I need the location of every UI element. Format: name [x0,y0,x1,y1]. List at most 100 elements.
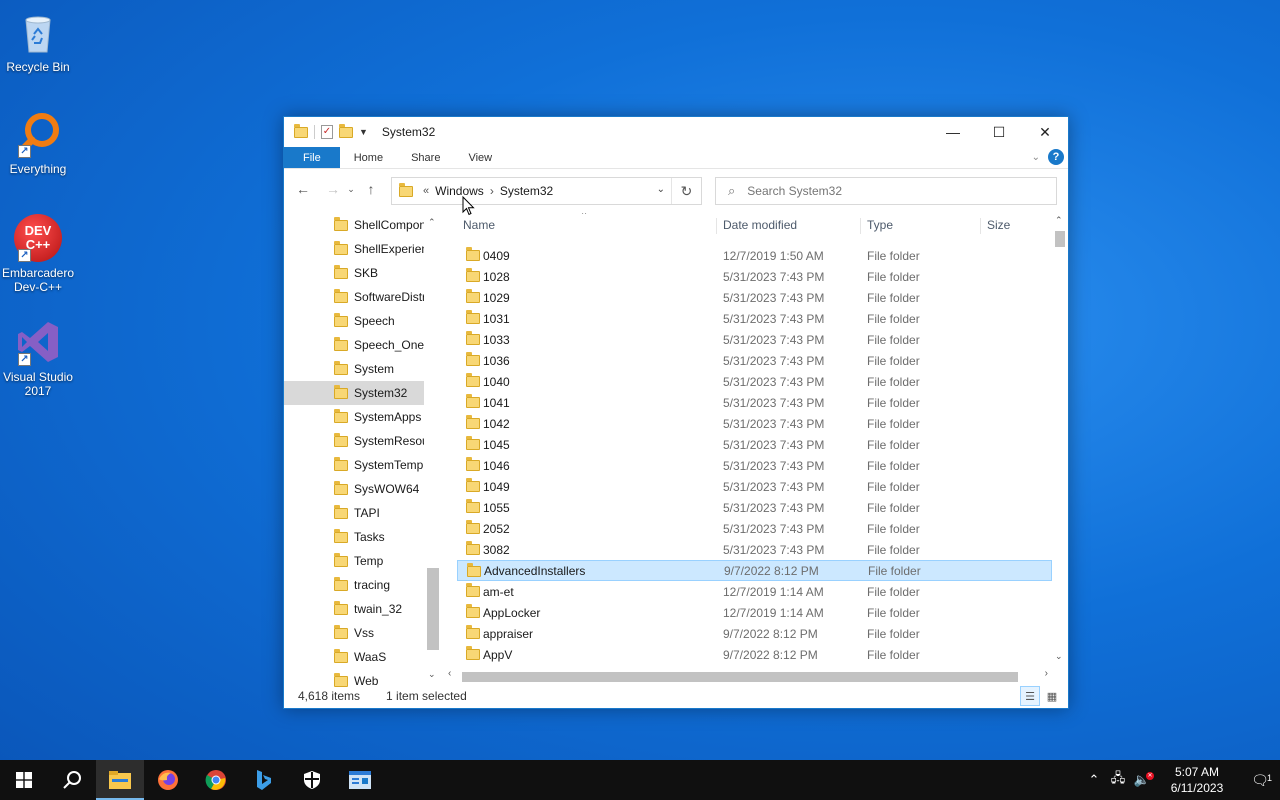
column-date-modified[interactable]: Date modified [717,218,861,234]
breadcrumb-system32[interactable]: System32 [500,184,553,198]
scroll-thumb[interactable] [1055,231,1065,247]
nav-item[interactable]: Speech [284,309,424,333]
file-row[interactable]: 1031 5/31/2023 7:43 PM File folder [457,308,1052,329]
taskbar-file-explorer[interactable] [96,760,144,800]
scroll-up-icon[interactable]: ⌃ [428,217,436,228]
file-row[interactable]: 1029 5/31/2023 7:43 PM File folder [457,287,1052,308]
expand-ribbon-icon[interactable]: ⌄ [1032,152,1040,163]
scroll-thumb[interactable] [427,568,439,650]
action-center-button[interactable]: 🗨 1 [1240,772,1280,789]
new-folder-icon[interactable] [339,123,353,138]
nav-item[interactable]: Vss [284,621,424,645]
desktop-icon-recycle-bin[interactable]: Recycle Bin [0,8,76,74]
file-row[interactable]: am-et 12/7/2019 1:14 AM File folder [457,581,1052,602]
network-icon[interactable]: 🖧 [1106,769,1130,791]
large-icons-view-icon[interactable]: ▦ [1042,686,1062,706]
file-row[interactable]: AppV 9/7/2022 8:12 PM File folder [457,644,1052,665]
tab-home[interactable]: Home [340,147,397,168]
volume-muted-icon[interactable]: 🔈 ✕ [1130,772,1154,788]
search-button[interactable] [48,760,96,800]
nav-item[interactable]: SystemResources [284,429,424,453]
file-explorer-window[interactable]: ✓ ▼ System32 — ☐ ✕ File Home Share View … [283,116,1069,709]
file-row[interactable]: 3082 5/31/2023 7:43 PM File folder [457,539,1052,560]
file-list[interactable]: ^ Name Date modified Type Size 0409 12/7/… [457,213,1052,687]
horizontal-scrollbar[interactable]: ‹ › [444,668,1052,684]
nav-item[interactable]: ShellComponents [284,213,424,237]
scroll-thumb[interactable] [462,672,1018,682]
scroll-right-icon[interactable]: › [1045,668,1048,679]
file-row[interactable]: 1036 5/31/2023 7:43 PM File folder [457,350,1052,371]
file-row[interactable]: 1040 5/31/2023 7:43 PM File folder [457,371,1052,392]
tab-share[interactable]: Share [397,147,454,168]
desktop-icon-visual-studio[interactable]: ↗ Visual Studio 2017 [0,318,76,398]
search-box[interactable]: ⌕ [715,177,1057,205]
nav-item[interactable]: SKB [284,261,424,285]
tab-file[interactable]: File [284,147,340,168]
maximize-button[interactable]: ☐ [976,117,1022,147]
address-history-dropdown-icon[interactable]: ⌄ [657,184,665,195]
breadcrumb-overflow[interactable]: « [423,185,429,197]
desktop-icon-devcpp[interactable]: DEV C++ ↗ Embarcadero Dev-C++ [0,214,76,294]
nav-item[interactable]: Temp [284,549,424,573]
nav-item[interactable]: SystemApps [284,405,424,429]
file-row[interactable]: 2052 5/31/2023 7:43 PM File folder [457,518,1052,539]
details-view-icon[interactable]: ☰ [1020,686,1040,706]
nav-item[interactable]: tracing [284,573,424,597]
refresh-icon[interactable]: ↻ [671,178,701,204]
file-row[interactable]: AdvancedInstallers 9/7/2022 8:12 PM File f… [457,560,1052,581]
start-button[interactable] [0,760,48,800]
file-row[interactable]: 1046 5/31/2023 7:43 PM File folder [457,455,1052,476]
file-row[interactable]: 1041 5/31/2023 7:43 PM File folder [457,392,1052,413]
scroll-up-icon[interactable]: ⌃ [1055,215,1063,226]
properties-icon[interactable]: ✓ [321,125,333,139]
file-row[interactable]: 1033 5/31/2023 7:43 PM File folder [457,329,1052,350]
taskbar-chrome[interactable] [192,760,240,800]
tab-view[interactable]: View [454,147,506,168]
taskbar-firefox[interactable] [144,760,192,800]
nav-item[interactable]: System [284,357,424,381]
scroll-down-icon[interactable]: ⌄ [428,669,436,680]
column-size[interactable]: Size [981,218,1052,234]
desktop-icon-everything[interactable]: ↗ Everything [0,110,76,176]
address-bar[interactable]: « Windows › System32 ⌄ ↻ [391,177,702,205]
navigation-pane[interactable]: ShellComponents ShellExperiences SKB Softwa… [284,213,440,687]
help-icon[interactable]: ? [1048,149,1064,165]
nav-item[interactable]: twain_32 [284,597,424,621]
file-row[interactable]: 1049 5/31/2023 7:43 PM File folder [457,476,1052,497]
nav-item[interactable]: Tasks [284,525,424,549]
back-arrow-icon[interactable]: ← [292,181,314,197]
file-row[interactable]: appraiser 9/7/2022 8:12 PM File folder [457,623,1052,644]
breadcrumb-windows[interactable]: Windows [435,184,484,198]
search-input[interactable] [747,184,1028,198]
taskbar-bing[interactable] [240,760,288,800]
taskbar-windows-security[interactable] [288,760,336,800]
scroll-down-icon[interactable]: ⌄ [1055,651,1063,662]
minimize-button[interactable]: — [930,117,976,147]
column-name[interactable]: Name [457,218,717,234]
nav-item[interactable]: ShellExperiences [284,237,424,261]
column-type[interactable]: Type [861,218,981,234]
close-button[interactable]: ✕ [1022,117,1068,147]
breadcrumb-separator[interactable]: › [490,184,494,198]
nav-item[interactable]: WaaS [284,645,424,669]
file-row[interactable]: 1028 5/31/2023 7:43 PM File folder [457,266,1052,287]
file-row[interactable]: AppLocker 12/7/2019 1:14 AM File folder [457,602,1052,623]
title-bar[interactable]: ✓ ▼ System32 — ☐ ✕ [284,117,1068,147]
vertical-scrollbar[interactable]: ⌃ ⌄ [1052,213,1068,668]
nav-item[interactable]: SysWOW64 [284,477,424,501]
file-row[interactable]: 0409 12/7/2019 1:50 AM File folder [457,245,1052,266]
nav-item[interactable]: Speech_OneCore [284,333,424,357]
customize-qat-dropdown[interactable]: ▼ [359,127,368,137]
nav-item[interactable]: SoftwareDistribution [284,285,424,309]
recent-locations-chevron-icon[interactable]: ⌄ [344,184,358,195]
nav-item[interactable]: System32 [284,381,424,405]
show-hidden-icons-chevron-icon[interactable]: ⌃ [1082,772,1106,788]
forward-arrow-icon[interactable]: → [322,181,344,197]
taskbar-control-panel[interactable] [336,760,384,800]
file-row[interactable]: 1042 5/31/2023 7:43 PM File folder [457,413,1052,434]
scroll-left-icon[interactable]: ‹ [448,668,451,679]
file-row[interactable]: 1055 5/31/2023 7:43 PM File folder [457,497,1052,518]
up-arrow-icon[interactable]: ↑ [360,181,382,197]
nav-scrollbar[interactable]: ⌃ ⌄ [425,213,440,687]
nav-item[interactable]: TAPI [284,501,424,525]
